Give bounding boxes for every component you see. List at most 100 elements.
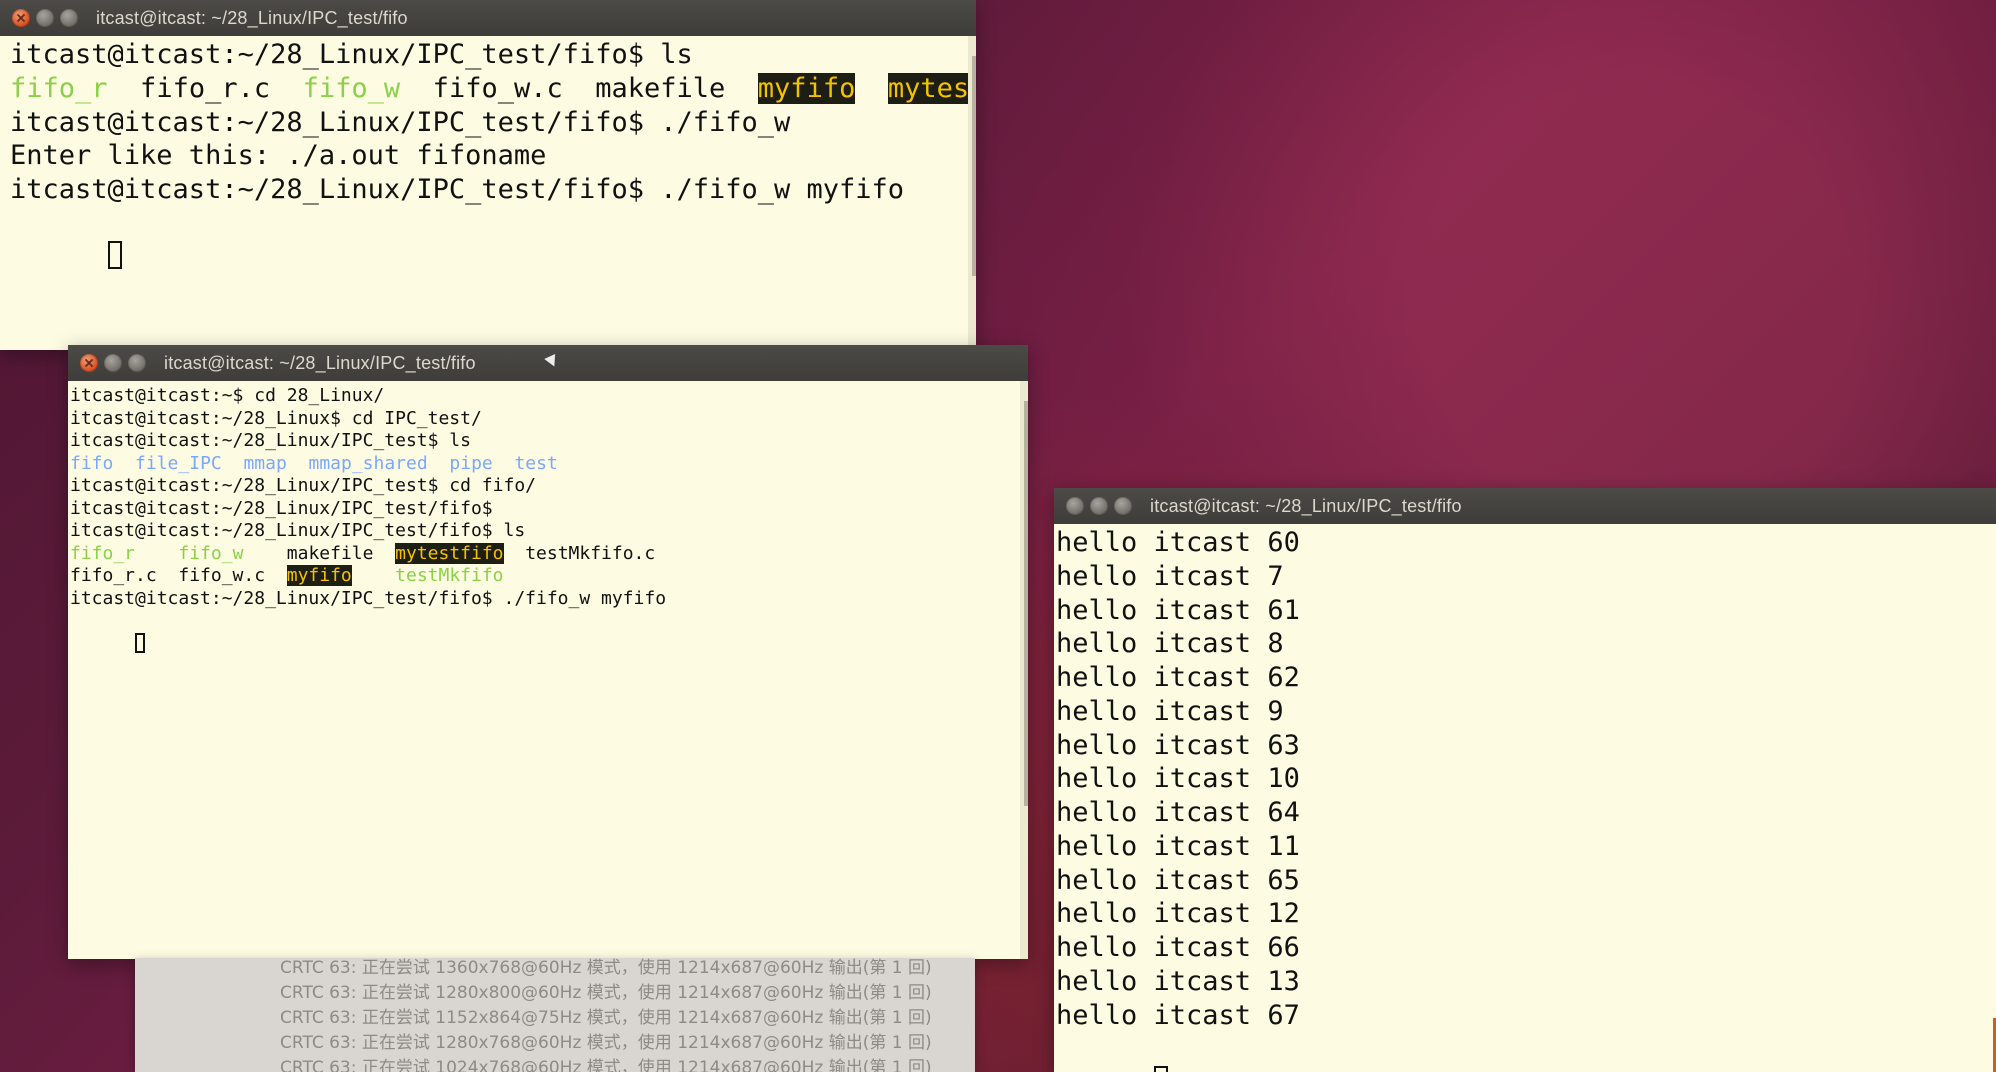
right-terminal-minimize-icon[interactable]: [1090, 497, 1108, 515]
right-terminal-titlebar[interactable]: itcast@itcast: ~/28_Linux/IPC_test/fifo: [1054, 488, 1996, 524]
middle-terminal-text-segment: makefile: [243, 542, 396, 564]
right-terminal-line-12: hello itcast 12: [1056, 898, 1300, 930]
right-terminal-line-1: hello itcast 60: [1056, 527, 1300, 558]
middle-terminal-window[interactable]: itcast@itcast: ~/28_Linux/IPC_test/fifo …: [68, 345, 1028, 959]
log-line-2: CRTC 63: 正在尝试 1280x800@60Hz 模式，使用 1214x6…: [280, 983, 932, 1003]
log-line-3: CRTC 63: 正在尝试 1152x864@75Hz 模式，使用 1214x6…: [280, 1008, 932, 1028]
top-terminal-text-segment: itcast@itcast:~/28_Linux/IPC_test/fifo$ …: [10, 174, 905, 205]
top-terminal-text-segment: Enter like this: ./a.out fifoname: [10, 140, 547, 172]
middle-terminal-text-segment: [222, 453, 244, 474]
right-terminal-line-14: hello itcast 13: [1056, 965, 1300, 997]
middle-terminal-text-segment: [135, 543, 178, 564]
right-terminal-line-11: hello itcast 65: [1056, 864, 1300, 896]
top-terminal-text-segment: itcast@itcast:~/28_Linux/IPC_test/fifo$ …: [10, 39, 693, 70]
background-log-window: CRTC 63: 正在尝试 1360x768@60Hz 模式，使用 1214x6…: [135, 958, 975, 1072]
middle-terminal-text-segment: mytestfifo: [395, 542, 504, 564]
right-terminal-line-4: hello itcast 8: [1056, 628, 1284, 660]
top-terminal-maximize-icon[interactable]: [60, 9, 78, 27]
right-terminal-title: itcast@itcast: ~/28_Linux/IPC_test/fifo: [1150, 495, 1462, 516]
middle-terminal-text-segment: fifo_r: [70, 542, 136, 564]
middle-terminal-text-segment: mmap_shared: [308, 452, 428, 474]
middle-terminal-text-segment: fifo_r.c fifo_w.c: [70, 565, 287, 586]
middle-terminal-line-4: fifo file_IPC mmap mmap_shared pipe test: [70, 453, 1028, 476]
middle-terminal-maximize-icon[interactable]: [128, 354, 146, 372]
middle-terminal-line-1: itcast@itcast:~$ cd 28_Linux/: [70, 385, 1028, 408]
top-terminal-minimize-icon[interactable]: [36, 9, 54, 27]
top-terminal-lines: itcast@itcast:~/28_Linux/IPC_test/fifo$ …: [10, 38, 976, 207]
right-terminal-controls: [1066, 497, 1132, 515]
right-terminal-cursor-line[interactable]: [1056, 1032, 1996, 1072]
middle-terminal-text-segment: [287, 453, 309, 474]
top-terminal-text-segment: fifo_w: [302, 72, 401, 104]
top-terminal-text-segment: myfifo: [757, 72, 856, 104]
right-terminal-line-9: hello itcast 64: [1056, 797, 1300, 828]
top-terminal-cursor[interactable]: [107, 240, 122, 269]
middle-terminal-text-segment: testMkfifo: [395, 565, 504, 586]
middle-terminal-text-segment: itcast@itcast:~/28_Linux/IPC_test/fifo$ …: [70, 587, 667, 609]
middle-terminal-text-segment: pipe: [449, 452, 493, 474]
top-terminal-cursor-line[interactable]: [10, 207, 976, 269]
top-terminal-line-2: fifo_r fifo_r.c fifo_w fifo_w.c makefile…: [10, 72, 976, 106]
log-line-1: CRTC 63: 正在尝试 1360x768@60Hz 模式，使用 1214x6…: [280, 958, 932, 978]
middle-terminal-minimize-icon[interactable]: [104, 354, 122, 372]
middle-terminal-text-segment: itcast@itcast:~/28_Linux/IPC_test/fifo$: [70, 497, 493, 519]
middle-terminal-cursor[interactable]: [135, 632, 146, 653]
right-terminal-output[interactable]: hello itcast 60 hello itcast 7 hello itcas…: [1054, 524, 1996, 1072]
middle-terminal-line-9: fifo_r.c fifo_w.c myfifo testMkfifo: [70, 565, 1028, 588]
top-terminal-line-1: itcast@itcast:~/28_Linux/IPC_test/fifo$ …: [10, 38, 976, 72]
middle-terminal-output[interactable]: itcast@itcast:~$ cd 28_Linux/itcast@itca…: [68, 381, 1028, 959]
right-terminal-line-2: hello itcast 7: [1056, 560, 1284, 592]
middle-terminal-text-segment: itcast@itcast:~/28_Linux$ cd IPC_test/: [70, 407, 482, 429]
middle-terminal-text-segment: itcast@itcast:~$ cd 28_Linux/: [70, 385, 385, 406]
right-terminal-window[interactable]: itcast@itcast: ~/28_Linux/IPC_test/fifo …: [1054, 488, 1996, 1072]
middle-terminal-line-5: itcast@itcast:~/28_Linux/IPC_test$ cd fi…: [70, 475, 1028, 498]
top-terminal-text-segment: itcast@itcast:~/28_Linux/IPC_test/fifo$ …: [10, 106, 791, 138]
middle-terminal-controls: [80, 354, 146, 372]
right-terminal-line-6: hello itcast 9: [1056, 695, 1284, 727]
middle-terminal-text-segment: [493, 453, 515, 474]
middle-terminal-text-segment: [352, 565, 395, 586]
right-terminal-line-15: hello itcast 67: [1056, 999, 1300, 1031]
top-terminal-text-segment: mytestfi: [887, 72, 976, 104]
top-terminal-title: itcast@itcast: ~/28_Linux/IPC_test/fifo: [96, 7, 408, 28]
middle-terminal-line-6: itcast@itcast:~/28_Linux/IPC_test/fifo$: [70, 498, 1028, 521]
middle-terminal-line-3: itcast@itcast:~/28_Linux/IPC_test$ ls: [70, 430, 1028, 453]
top-terminal-output[interactable]: itcast@itcast:~/28_Linux/IPC_test/fifo$ …: [0, 36, 976, 350]
right-terminal-maximize-icon[interactable]: [1114, 497, 1132, 515]
top-terminal-close-icon[interactable]: [12, 9, 30, 27]
right-terminal-line-5: hello itcast 62: [1056, 662, 1300, 693]
middle-terminal-text-segment: [428, 453, 450, 474]
right-terminal-close-icon[interactable]: [1066, 497, 1084, 515]
middle-terminal-text-segment: mmap: [243, 452, 287, 474]
top-terminal-line-3: itcast@itcast:~/28_Linux/IPC_test/fifo$ …: [10, 106, 976, 140]
log-line-4: CRTC 63: 正在尝试 1280x768@60Hz 模式，使用 1214x6…: [280, 1033, 932, 1053]
top-terminal-text-segment: [855, 73, 888, 104]
middle-terminal-text-segment: [113, 453, 135, 474]
middle-terminal-text-segment: file_IPC: [135, 452, 222, 474]
middle-terminal-line-7: itcast@itcast:~/28_Linux/IPC_test/fifo$ …: [70, 520, 1028, 543]
log-line-5: CRTC 63: 正在尝试 1024x768@60Hz 模式，使用 1214x6…: [280, 1058, 932, 1072]
top-terminal-text-segment: fifo_r: [10, 72, 108, 104]
top-terminal-window[interactable]: itcast@itcast: ~/28_Linux/IPC_test/fifo …: [0, 0, 976, 350]
right-terminal-lines: hello itcast 60 hello itcast 7 hello itcas…: [1056, 526, 1996, 1032]
middle-terminal-scrollbar[interactable]: [1020, 381, 1028, 959]
right-terminal-line-10: hello itcast 11: [1056, 830, 1300, 862]
top-terminal-controls: [12, 9, 78, 27]
top-terminal-text-segment: fifo_w.c makefile: [400, 72, 758, 104]
top-terminal-line-5: itcast@itcast:~/28_Linux/IPC_test/fifo$ …: [10, 173, 976, 207]
right-terminal-line-13: hello itcast 66: [1056, 932, 1300, 963]
right-terminal-cursor[interactable]: [1153, 1066, 1168, 1072]
middle-terminal-line-2: itcast@itcast:~/28_Linux$ cd IPC_test/: [70, 408, 1028, 431]
middle-terminal-line-8: fifo_r fifo_w makefile mytestfifo testMk…: [70, 542, 1028, 566]
middle-terminal-cursor-line[interactable]: [70, 610, 1028, 653]
top-terminal-scrollbar[interactable]: [968, 36, 976, 350]
top-terminal-titlebar[interactable]: itcast@itcast: ~/28_Linux/IPC_test/fifo: [0, 0, 976, 36]
right-terminal-line-8: hello itcast 10: [1056, 763, 1300, 795]
middle-terminal-text-segment: itcast@itcast:~/28_Linux/IPC_test/fifo$ …: [70, 520, 526, 541]
right-terminal-line-7: hello itcast 63: [1056, 729, 1300, 761]
middle-terminal-text-segment: itcast@itcast:~/28_Linux/IPC_test$ cd fi…: [70, 475, 536, 496]
middle-terminal-text-segment: test: [514, 452, 558, 474]
middle-terminal-close-icon[interactable]: [80, 354, 98, 372]
top-terminal-line-4: Enter like this: ./a.out fifoname: [10, 139, 976, 173]
middle-terminal-text-segment: fifo_w: [178, 542, 244, 564]
